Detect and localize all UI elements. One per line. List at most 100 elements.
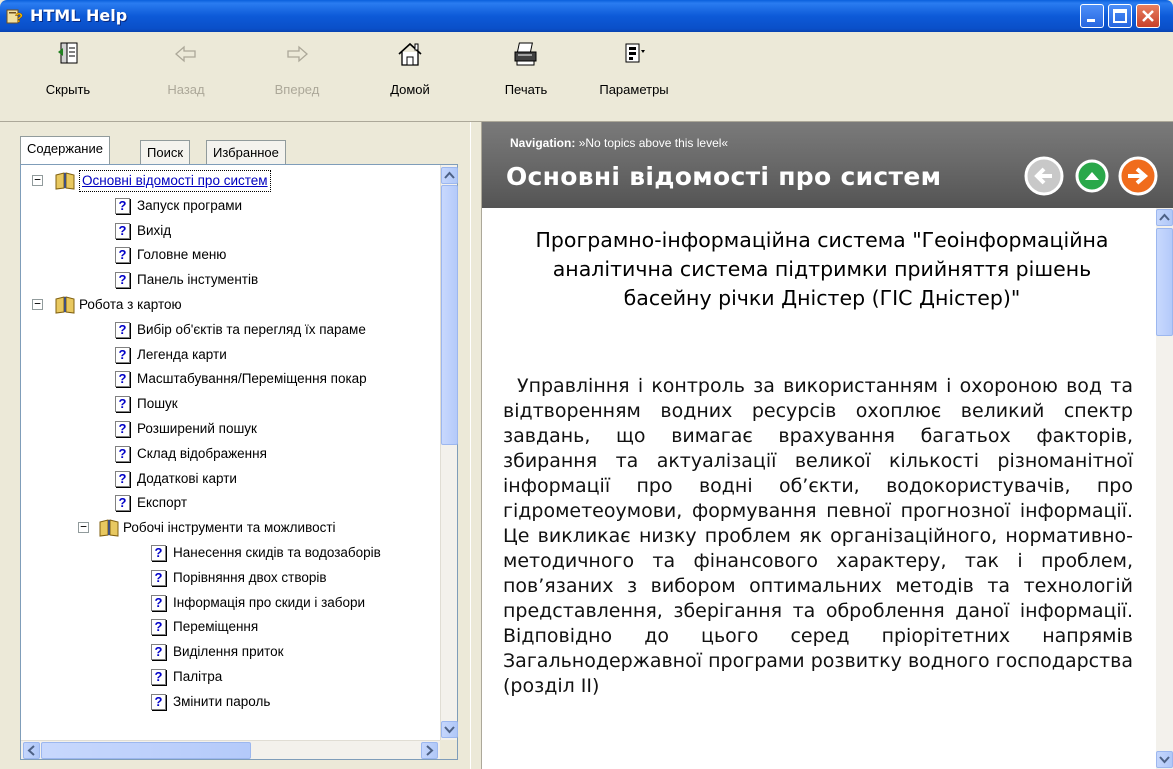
tree-item[interactable]: ? Склад відображення (27, 442, 427, 467)
hscroll-thumb[interactable] (41, 742, 251, 759)
tree-item[interactable]: ? Нанесення скидів та водозаборів (27, 541, 427, 566)
collapse-toggle[interactable]: − (78, 521, 89, 534)
tree-item[interactable]: ? Інформація про скиди і забори (27, 591, 427, 616)
tree-node-root[interactable]: − Основні відомості про систем (27, 169, 427, 194)
tree-item[interactable]: ? Запуск програми (27, 194, 427, 219)
tree-item[interactable]: ? Змінити пароль (27, 690, 427, 715)
close-button[interactable] (1136, 4, 1160, 28)
topic-heading: Основні відомості про систем (506, 162, 942, 191)
tree-item[interactable]: ? Виділення приток (27, 640, 427, 665)
tree-item-label: Склад відображення (137, 445, 267, 461)
scroll-left-button[interactable] (23, 742, 40, 759)
help-topic-icon: ? (115, 445, 130, 462)
tab-favorites[interactable]: Избранное (206, 140, 286, 164)
tree-item[interactable]: ? Палітра (27, 665, 427, 690)
help-topic-icon: ? (151, 594, 166, 611)
help-topic-icon: ? (151, 693, 166, 710)
tab-search-label: Поиск (147, 145, 184, 160)
scroll-up-button[interactable] (1156, 209, 1173, 226)
options-label: Параметры (599, 82, 669, 97)
help-topic-icon: ? (151, 619, 166, 636)
content-pane: Navigation: »No topics above this level«… (482, 122, 1173, 769)
forward-arrow-icon (287, 45, 308, 63)
tree-item[interactable]: ? Розширений пошук (27, 417, 427, 442)
toolbar: Скрыть Назад Вперед Домой Печать Парамет… (0, 32, 1173, 122)
tree-item[interactable]: ? Легенда карти (27, 343, 427, 368)
tree-vertical-scrollbar[interactable] (440, 165, 458, 741)
document-paragraph: Управління і контроль за використанням і… (503, 375, 1133, 697)
tab-contents-label: Содержание (27, 141, 103, 156)
chevron-up-icon (1159, 213, 1170, 221)
tab-favorites-label: Избранное (213, 145, 279, 160)
print-label: Печать (504, 82, 548, 97)
help-topic-icon: ? (115, 247, 130, 264)
tree-item-label: Головне меню (137, 247, 227, 263)
help-topic-icon: ? (115, 420, 130, 437)
back-arrow-icon (175, 45, 196, 63)
tree-item[interactable]: ? Вибір об'єктів та перегляд їх параме (27, 318, 427, 343)
document-title: Програмно-інформаційна система "Геоінфор… (535, 228, 1109, 310)
navigation-breadcrumb: Navigation: »No topics above this level« (510, 136, 728, 150)
scroll-down-button[interactable] (1156, 751, 1173, 768)
collapse-toggle[interactable]: − (32, 174, 43, 186)
help-topic-icon: ? (115, 470, 130, 487)
chevron-down-icon (1159, 756, 1170, 764)
help-topic-icon: ? (151, 569, 166, 586)
scroll-thumb[interactable] (1156, 228, 1173, 336)
tree-item[interactable]: ? Переміщення (27, 615, 427, 640)
tree-node-tools[interactable]: − Робочі інструменти та можливості (27, 516, 427, 541)
navigation-text: »No topics above this level« (578, 136, 729, 150)
content-vertical-scrollbar[interactable] (1156, 208, 1173, 769)
tree-item-label: Вихід (137, 222, 172, 238)
print-icon (514, 42, 537, 66)
options-icon (625, 43, 645, 63)
tree-horizontal-scrollbar[interactable] (21, 740, 441, 759)
tree-item-label: Експорт (137, 495, 188, 511)
tree-item-label: Змінити пароль (173, 693, 271, 709)
tree-item-label: Переміщення (173, 619, 259, 635)
tab-search[interactable]: Поиск (140, 140, 191, 164)
tree-label-selected: Основні відомості про систем (79, 170, 271, 192)
scroll-thumb[interactable] (441, 185, 458, 445)
home-button[interactable]: Домой (380, 40, 440, 110)
hide-label: Скрыть (45, 82, 91, 97)
forward-button[interactable]: Вперед (264, 40, 330, 110)
tree-item[interactable]: ? Головне меню (27, 243, 427, 268)
scroll-up-button[interactable] (441, 167, 458, 184)
home-label: Домой (390, 82, 430, 97)
back-button[interactable]: Назад (156, 40, 216, 110)
home-icon (398, 42, 422, 66)
tree-node-label: Робота з картою (79, 296, 182, 312)
tree-item[interactable]: ? Пошук (27, 392, 427, 417)
tree-node-map[interactable]: − Робота з картою (27, 293, 427, 318)
options-button[interactable]: Параметры (586, 40, 682, 110)
tree-item-label: Нанесення скидів та водозаборів (173, 544, 381, 560)
contents-tree: − Основні відомості про систем ? Запуск п… (20, 164, 458, 760)
tree-item[interactable]: ? Вихід (27, 219, 427, 244)
maximize-button[interactable] (1108, 4, 1132, 28)
topic-nav-buttons (1024, 156, 1158, 196)
tree-item-label: Розширений пошук (137, 420, 257, 436)
chevron-down-icon (444, 726, 455, 734)
scroll-down-button[interactable] (441, 721, 458, 738)
collapse-toggle[interactable]: − (32, 298, 43, 310)
tree-item[interactable]: ? Додаткові карти (27, 467, 427, 492)
scroll-right-button[interactable] (421, 742, 438, 759)
tree-item[interactable]: ? Масштабування/Переміщення покар (27, 367, 427, 392)
tree-item[interactable]: ? Експорт (27, 491, 427, 516)
help-topic-icon: ? (151, 644, 166, 661)
open-book-icon (55, 172, 75, 190)
maximize-icon (1113, 9, 1127, 23)
tab-contents[interactable]: Содержание (20, 136, 110, 164)
svg-text:?: ? (15, 10, 23, 25)
pane-splitter[interactable] (470, 122, 482, 769)
help-topic-icon: ? (115, 272, 130, 289)
tree-item[interactable]: ? Панель інстументів (27, 268, 427, 293)
help-app-icon: ? (6, 9, 23, 25)
hide-button[interactable]: Скрыть (40, 40, 96, 110)
tree-item-label: Інформація про скиди і забори (173, 594, 366, 610)
tree-item-label: Додаткові карти (137, 470, 237, 486)
minimize-button[interactable] (1080, 4, 1104, 28)
tree-item[interactable]: ? Порівняння двох створів (27, 566, 427, 591)
print-button[interactable]: Печать (496, 40, 556, 110)
